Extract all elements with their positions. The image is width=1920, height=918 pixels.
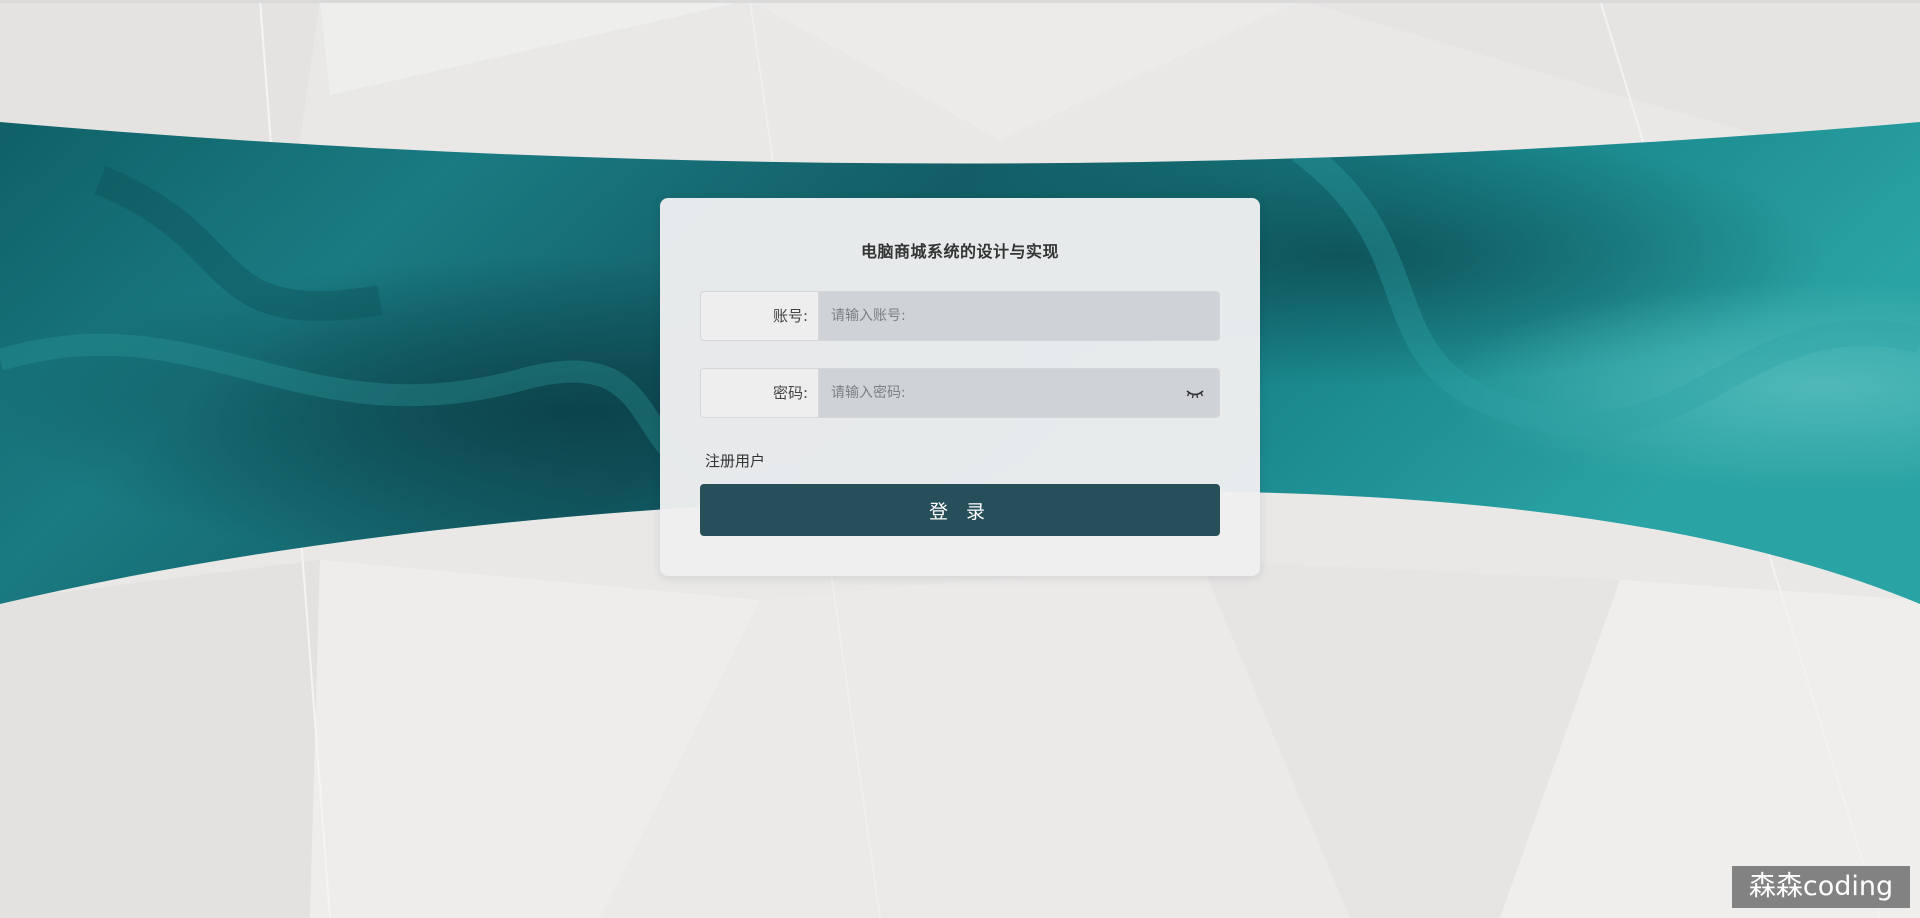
page-title: 电脑商城系统的设计与实现	[860, 242, 1059, 261]
account-input[interactable]	[819, 292, 1219, 340]
password-input[interactable]	[819, 369, 1219, 417]
login-card: 电脑商城系统的设计与实现 账号: 密码: 注册用户 登 录	[660, 198, 1260, 576]
register-link[interactable]: 注册用户	[705, 450, 765, 471]
eye-closed-icon[interactable]	[1185, 386, 1205, 400]
login-page: 电脑商城系统的设计与实现 账号: 密码: 注册用户 登 录 森森coding	[0, 0, 1920, 918]
account-label: 账号:	[701, 292, 819, 340]
login-button[interactable]: 登 录	[700, 484, 1220, 536]
password-label: 密码:	[701, 369, 819, 417]
account-field: 账号:	[700, 291, 1220, 341]
watermark: 森森coding	[1732, 866, 1910, 908]
password-field: 密码:	[700, 368, 1220, 418]
